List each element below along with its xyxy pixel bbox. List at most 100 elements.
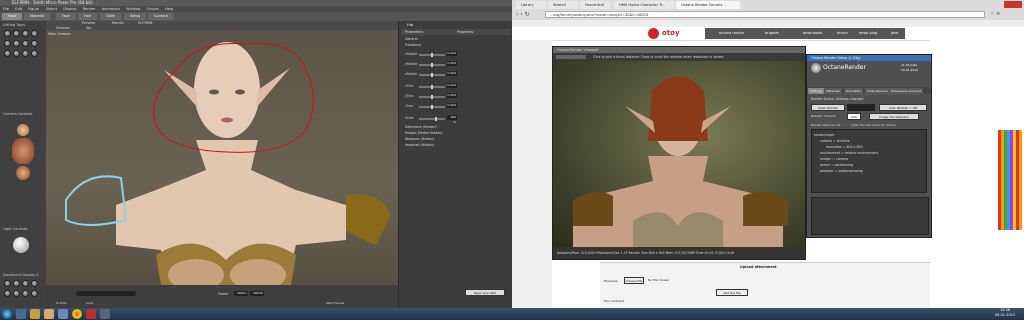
light-sphere-icon[interactable]: [13, 237, 29, 253]
nav-octane-render[interactable]: octane render: [716, 29, 766, 38]
refresh-timeout-input[interactable]: 200: [847, 113, 861, 120]
param-value[interactable]: 0.000: [447, 71, 457, 76]
taskbar-chrome-icon[interactable]: [72, 309, 82, 319]
ui-dots-label[interactable]: UI Dots: [56, 301, 67, 305]
display-style-icon[interactable]: [4, 290, 11, 297]
param-value[interactable]: 0.000: [447, 83, 457, 88]
otoy-logo-text[interactable]: otoy: [662, 29, 680, 38]
add-file-button[interactable]: Add the file: [716, 289, 748, 296]
grouping-tool-icon[interactable]: [31, 40, 38, 47]
tab-octanelive-account[interactable]: OctaneLive Account: [889, 88, 923, 94]
menu-window[interactable]: Window: [126, 7, 140, 11]
menu-display[interactable]: Display: [63, 7, 76, 11]
taskbar-app-icon[interactable]: [100, 309, 110, 319]
display-style-icon[interactable]: [22, 290, 29, 297]
taskbar-folder-icon[interactable]: [30, 309, 40, 319]
frame-total-field[interactable]: 00030: [250, 291, 264, 296]
group-general[interactable]: General: [405, 37, 418, 41]
display-style-icon[interactable]: [31, 280, 38, 287]
taper-tool-icon[interactable]: [4, 40, 11, 47]
room-tab-cloth[interactable]: Cloth: [100, 13, 122, 20]
display-style-icon[interactable]: [22, 280, 29, 287]
menu-help[interactable]: Help: [165, 7, 173, 11]
browser-tab[interactable]: Fancentral: [580, 1, 610, 9]
color-tool-icon[interactable]: [22, 40, 29, 47]
playback-controls[interactable]: [76, 291, 136, 296]
param-value[interactable]: 100 %: [447, 115, 457, 124]
group-imported[interactable]: Imported (Hidden): [405, 143, 434, 147]
param-row[interactable]: xRotate 0.000: [405, 51, 505, 57]
menu-file[interactable]: File: [3, 7, 9, 11]
open-render-button[interactable]: Open Render: [811, 104, 845, 111]
group-deformers[interactable]: Deformers (Hidden): [405, 125, 437, 129]
param-value[interactable]: 0.000: [447, 61, 457, 66]
back-forward-icon[interactable]: ‹ › ↻: [516, 11, 542, 18]
menu-scripts[interactable]: Scripts: [146, 7, 158, 11]
start-button-icon[interactable]: [2, 309, 12, 319]
view-magnifier-icon[interactable]: [4, 50, 11, 57]
taskbar-app-icon[interactable]: [58, 309, 68, 319]
group-transform[interactable]: Transform: [405, 43, 421, 47]
render-options-tree[interactable]: rendertarget camera = thinlens resolutio…: [811, 129, 927, 193]
taskbar-clock[interactable]: 13:46 09-01-2012: [990, 308, 1020, 320]
nav-news-blog[interactable]: news blog: [856, 29, 880, 38]
display-style-icon[interactable]: [31, 290, 38, 297]
room-tab-content[interactable]: Content: [148, 13, 174, 20]
frame-field[interactable]: 00001: [234, 291, 248, 296]
nav-downloads[interactable]: downloads: [800, 29, 825, 38]
display-style-icon[interactable]: [4, 280, 11, 287]
param-row[interactable]: Scale 100 %: [405, 115, 505, 124]
open-live-gpu-button[interactable]: Open Live GPU: [465, 289, 505, 296]
image-file-stats-button[interactable]: Image File Statistics: [869, 113, 919, 120]
viewport-tab-render[interactable]: Render: [112, 21, 124, 26]
menu-figure[interactable]: Figure: [28, 7, 39, 11]
poser-viewport[interactable]: Main Camera: [46, 30, 398, 285]
chain-tool-icon[interactable]: [13, 40, 20, 47]
window-close-icon[interactable]: [1004, 1, 1022, 8]
loop-toggle[interactable]: Loop: [86, 301, 93, 305]
wrench-icon[interactable]: ☆ ≡: [990, 11, 1020, 18]
color-palette[interactable]: [998, 130, 1022, 230]
room-tab-material[interactable]: Material: [24, 13, 51, 20]
param-row[interactable]: zRotate 0.000: [405, 71, 505, 77]
face-camera-icon[interactable]: [17, 124, 29, 136]
param-value[interactable]: 0.000: [447, 51, 457, 56]
twist-tool-icon[interactable]: [13, 30, 20, 37]
render-control-icons[interactable]: [847, 104, 875, 111]
taskbar-poser-icon[interactable]: [44, 309, 54, 319]
tab-materials[interactable]: Materials: [824, 88, 842, 94]
menu-object[interactable]: Object: [45, 7, 57, 11]
browser-tab[interactable]: Library: [516, 1, 546, 9]
otoy-logo-icon[interactable]: [648, 28, 659, 39]
body-camera-icon[interactable]: [12, 138, 34, 164]
menu-edit[interactable]: Edit: [15, 7, 22, 11]
param-row[interactable]: yRotate 0.000: [405, 61, 505, 67]
camera-controls-widget[interactable]: [8, 124, 38, 182]
nav-brigade[interactable]: brigade: [762, 29, 782, 38]
tab-cuda-devices[interactable]: Cuda Devices: [865, 88, 890, 94]
scale-tool-icon[interactable]: [31, 30, 38, 37]
skip-frames-toggle[interactable]: Skip Frames: [326, 301, 344, 305]
param-value[interactable]: 0.000: [447, 93, 457, 98]
tab-animation[interactable]: Animation: [844, 88, 864, 94]
menu-render[interactable]: Render: [83, 7, 96, 11]
rotate-tool-icon[interactable]: [4, 30, 11, 37]
param-row[interactable]: yTran 0.000: [405, 93, 505, 99]
trackball-icon[interactable]: [16, 166, 30, 180]
tab-parameters[interactable]: Parameters: [405, 29, 423, 35]
morph-brush-icon[interactable]: [13, 50, 20, 57]
browser-tab[interactable]: Stretch: [548, 1, 578, 9]
tab-settings[interactable]: Settings: [808, 88, 825, 94]
param-row[interactable]: xTran 0.000: [405, 83, 505, 89]
group-weapons[interactable]: Weapons (Hidden): [405, 137, 434, 141]
viewport-tab-doc[interactable]: ELF.PBIN: [138, 21, 152, 26]
param-row[interactable]: zTran 0.000: [405, 103, 505, 109]
viewport-tool-icons[interactable]: [556, 55, 586, 59]
address-bar[interactable]: ...org/forum/posting.php?mode=reply&f=40…: [545, 11, 985, 18]
browser-tab-active[interactable]: Octane Render Forums ...: [676, 1, 740, 9]
weight-paint-icon[interactable]: [31, 50, 38, 57]
nav-jobs[interactable]: jobs: [888, 29, 901, 38]
group-morphs[interactable]: Morphs (Partial Hidden): [405, 131, 443, 135]
display-style-icon[interactable]: [13, 290, 20, 297]
room-tab-face[interactable]: Face: [56, 13, 76, 20]
